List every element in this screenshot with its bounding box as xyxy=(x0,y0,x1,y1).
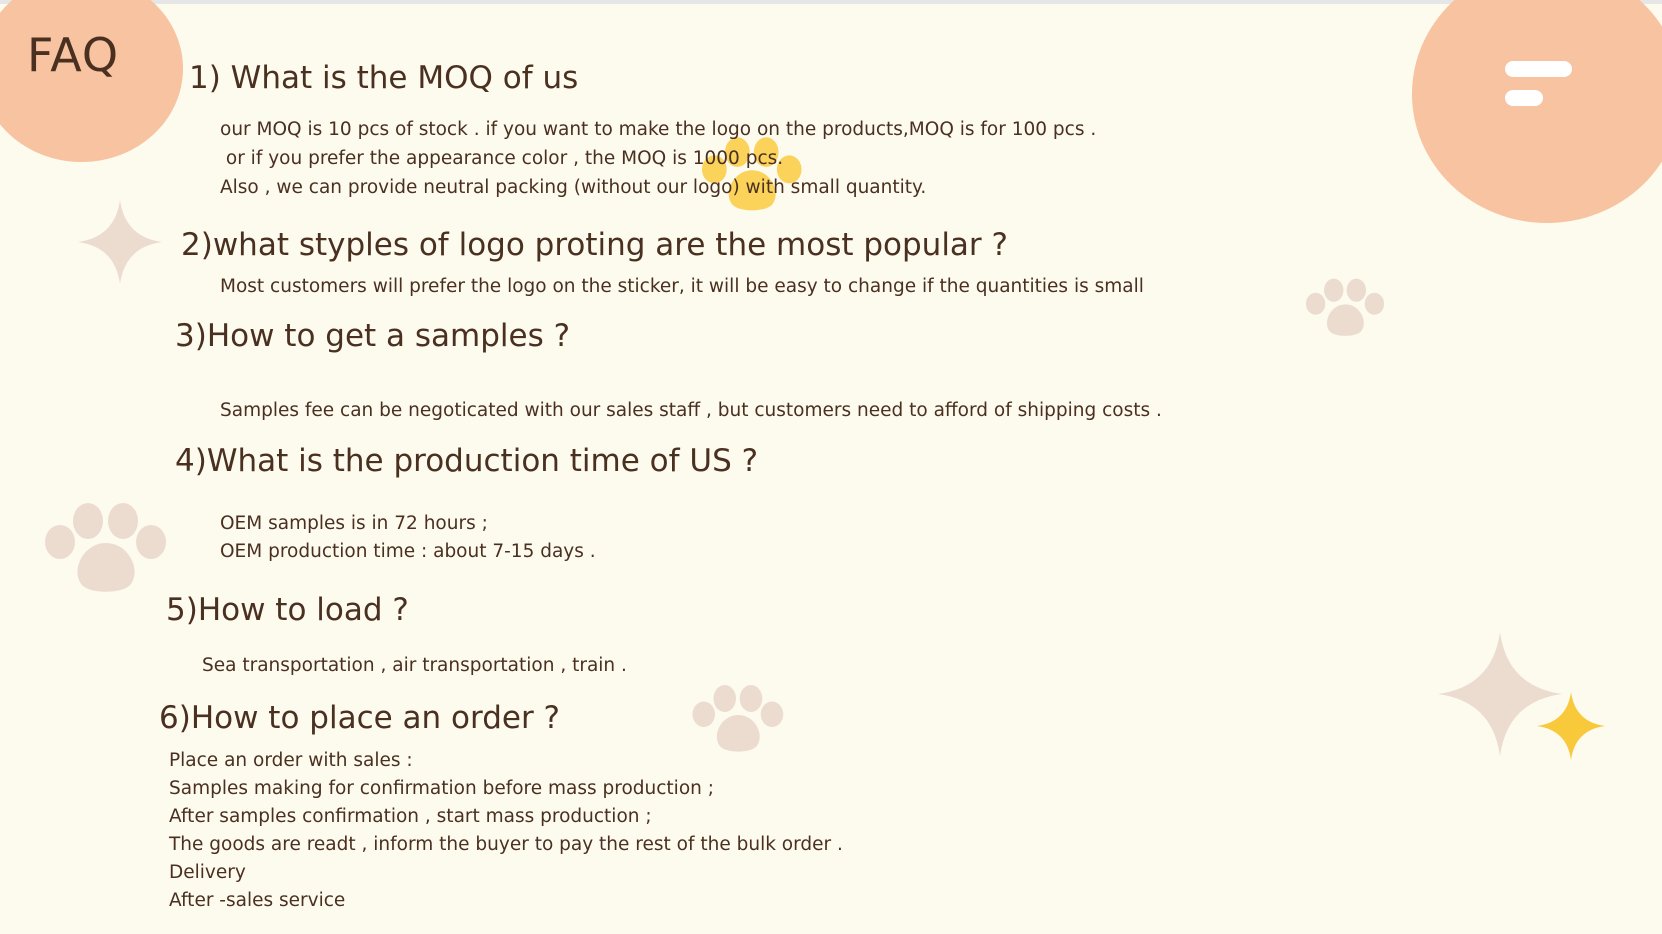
faq-answer-line: After samples confirmation , start mass … xyxy=(169,806,652,827)
faq-question-4: 4)What is the production time of US ? xyxy=(175,443,759,479)
faq-answer-line: Place an order with sales : xyxy=(169,750,413,771)
faq-answer-line: our MOQ is 10 pcs of stock . if you want… xyxy=(220,119,1097,140)
faq-answer-line: Most customers will prefer the logo on t… xyxy=(220,276,1144,297)
menu-icon[interactable] xyxy=(1500,60,1572,108)
faq-answer-line: OEM production time : about 7-15 days . xyxy=(220,541,596,562)
decorative-circle-right xyxy=(1412,0,1662,223)
faq-question-2: 2)what styples of logo proting are the m… xyxy=(181,227,1008,263)
sparkle-icon xyxy=(1537,692,1605,760)
paw-icon xyxy=(701,137,802,211)
faq-question-5: 5)How to load ? xyxy=(166,592,409,628)
paw-icon xyxy=(692,685,784,752)
faq-question-6: 6)How to place an order ? xyxy=(159,700,561,736)
menu-icon-bar-short xyxy=(1505,90,1543,106)
faq-answer-line: Samples making for confirmation before m… xyxy=(169,778,714,799)
faq-answer-line: OEM samples is in 72 hours ; xyxy=(220,513,488,534)
faq-answer-line: After -sales service xyxy=(169,890,346,911)
faq-question-3: 3)How to get a samples ? xyxy=(175,318,571,354)
top-edge-bar xyxy=(0,0,1662,4)
menu-icon-bar-long xyxy=(1505,61,1572,77)
faq-question-1: 1) What is the MOQ of us xyxy=(189,60,579,96)
sparkle-icon xyxy=(78,200,162,284)
faq-answer-line: Samples fee can be negoticated with our … xyxy=(220,400,1162,421)
faq-answer-line: Sea transportation , air transportation … xyxy=(202,655,627,676)
faq-answer-line: The goods are readt , inform the buyer t… xyxy=(169,834,843,855)
page-title: FAQ xyxy=(27,28,120,82)
faq-answer-line: or if you prefer the appearance color , … xyxy=(220,148,784,169)
paw-icon xyxy=(1305,278,1385,336)
paw-icon xyxy=(45,503,166,592)
faq-answer-line: Also , we can provide neutral packing (w… xyxy=(220,177,927,198)
faq-answer-line: Delivery xyxy=(169,862,246,883)
